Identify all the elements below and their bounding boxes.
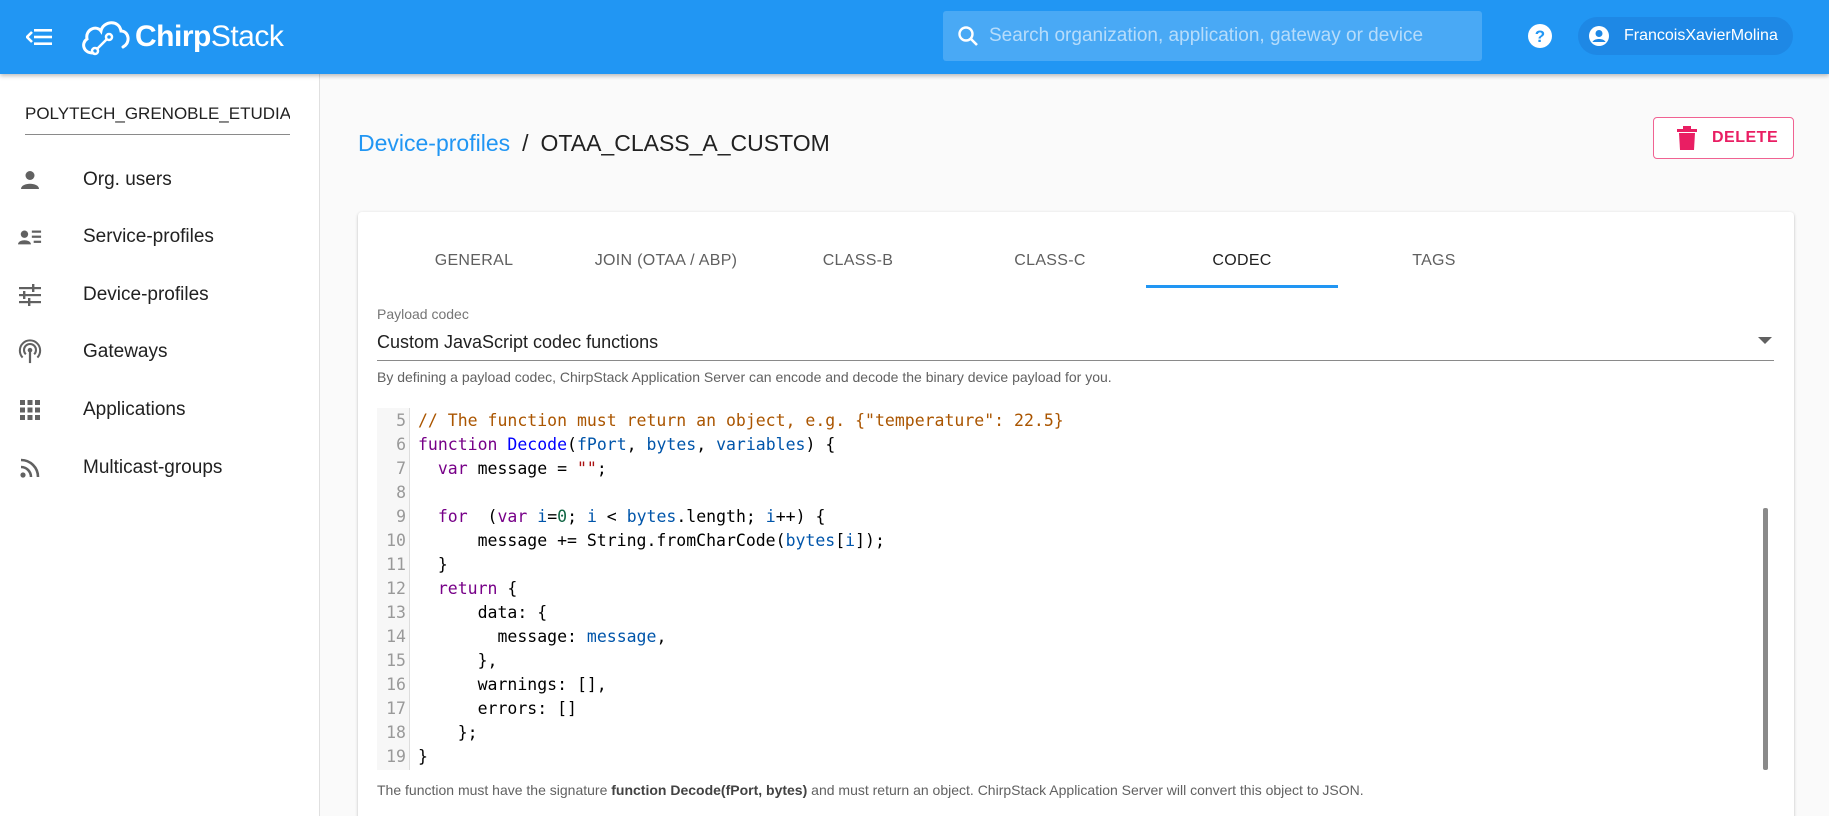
code-text: }; — [418, 723, 478, 742]
tab-tags[interactable]: TAGS — [1338, 234, 1530, 288]
code-text: return { — [437, 579, 518, 598]
line-number: 8 — [396, 483, 406, 502]
payload-codec-select[interactable]: Custom JavaScript codec functions — [377, 329, 1774, 361]
line-number: 19 — [386, 747, 406, 766]
sidebar-item-multicast-groups[interactable]: Multicast-groups — [0, 444, 319, 492]
tab-class-b[interactable]: CLASS-B — [762, 234, 954, 288]
line-number: 6 — [396, 435, 406, 454]
code-text: message += String.fromCharCode(bytes[i])… — [418, 531, 885, 550]
code-text: var message = ""; — [437, 459, 607, 478]
line-number: 5 — [396, 411, 406, 430]
cloud-logo-icon — [82, 21, 130, 56]
line-number: 17 — [386, 699, 406, 718]
line-number: 9 — [396, 507, 406, 526]
search-icon — [955, 23, 981, 49]
svg-text:?: ? — [1535, 27, 1545, 46]
tab-class-c[interactable]: CLASS-C — [954, 234, 1146, 288]
delete-button[interactable]: DELETE — [1653, 117, 1794, 159]
code-text: } — [418, 555, 448, 574]
sidebar-item-label: Device-profiles — [83, 284, 209, 305]
organization-select[interactable]: POLYTECH_GRENOBLE_ETUDIANTS — [25, 102, 290, 135]
line-number: 7 — [396, 459, 406, 478]
active-tab-indicator — [1146, 285, 1338, 288]
sidebar-item-label: Gateways — [83, 341, 168, 362]
payload-codec-label: Payload codec — [377, 306, 469, 322]
brand-bold: Chirp — [135, 20, 211, 53]
breadcrumb: Device-profiles / OTAA_CLASS_A_CUSTOM — [358, 130, 830, 157]
app-bar: ChirpStack ? FrancoisXavierMolina — [0, 0, 1829, 74]
line-number: 12 — [386, 579, 406, 598]
decode-signature-helper: The function must have the signature fun… — [377, 782, 1364, 798]
access-point-icon — [18, 339, 42, 364]
line-number: 18 — [386, 723, 406, 742]
helper-signature: function Decode(fPort, bytes) — [611, 782, 808, 798]
tune-icon — [18, 283, 42, 307]
search-input[interactable] — [989, 25, 1469, 47]
user-menu-chip[interactable]: FrancoisXavierMolina — [1578, 17, 1793, 55]
sidebar-item-label: Applications — [83, 399, 186, 420]
page-title: OTAA_CLASS_A_CUSTOM — [540, 130, 830, 156]
sidebar-item-applications[interactable]: Applications — [0, 386, 319, 434]
code-editor[interactable]: 5 // The function must return an object, … — [377, 408, 1774, 770]
sidebar: POLYTECH_GRENOBLE_ETUDIANTS Org. users S… — [0, 74, 320, 816]
trash-icon — [1677, 126, 1697, 150]
global-search — [943, 11, 1482, 61]
chevron-down-icon — [1758, 337, 1772, 344]
helper-suffix: and must return an object. ChirpStack Ap… — [807, 782, 1364, 798]
tab-general[interactable]: GENERAL — [378, 234, 570, 288]
code-text: for (var i=0; i < bytes.length; i++) { — [437, 507, 826, 526]
payload-codec-value: Custom JavaScript codec functions — [377, 332, 659, 352]
code-text: // The function must return an object, e… — [418, 411, 1064, 430]
delete-button-label: DELETE — [1712, 129, 1779, 146]
code-text: warnings: [], — [418, 675, 607, 694]
code-text: }, — [418, 651, 498, 670]
chirpstack-logo[interactable]: ChirpStack — [79, 12, 284, 62]
payload-codec-helper: By defining a payload codec, ChirpStack … — [377, 369, 1112, 385]
code-text: message: message, — [418, 627, 667, 646]
sidebar-item-label: Multicast-groups — [83, 457, 223, 478]
sidebar-item-org-users[interactable]: Org. users — [0, 156, 319, 204]
person-icon — [18, 168, 42, 192]
device-profile-card: GENERAL JOIN (OTAA / ABP) CLASS-B CLASS-… — [358, 212, 1794, 816]
code-text: data: { — [418, 603, 548, 622]
line-number: 15 — [386, 651, 406, 670]
user-name: FrancoisXavierMolina — [1624, 27, 1778, 44]
brand-name: ChirpStack — [135, 20, 284, 54]
brand-light: Stack — [210, 20, 284, 53]
collapse-menu-button[interactable] — [22, 20, 56, 54]
breadcrumb-separator: / — [522, 130, 529, 156]
helper-prefix: The function must have the signature — [377, 782, 612, 798]
sidebar-item-label: Service-profiles — [83, 226, 214, 247]
menu-open-icon — [26, 29, 52, 45]
account-circle-icon — [1589, 26, 1609, 46]
help-circle-icon: ? — [1528, 24, 1552, 48]
line-number: 14 — [386, 627, 406, 646]
breadcrumb-device-profiles-link[interactable]: Device-profiles — [358, 130, 510, 157]
tab-join[interactable]: JOIN (OTAA / ABP) — [570, 234, 762, 288]
line-number: 11 — [386, 555, 406, 574]
apps-grid-icon — [18, 398, 42, 422]
tab-codec[interactable]: CODEC — [1146, 234, 1338, 288]
sidebar-item-device-profiles[interactable]: Device-profiles — [0, 271, 319, 319]
help-button[interactable]: ? — [1526, 22, 1554, 50]
code-text: errors: [] — [418, 699, 577, 718]
line-number: 16 — [386, 675, 406, 694]
line-number: 13 — [386, 603, 406, 622]
account-details-icon — [18, 225, 42, 249]
sidebar-item-gateways[interactable]: Gateways — [0, 328, 319, 376]
rss-icon — [18, 456, 42, 480]
editor-scrollbar[interactable] — [1763, 508, 1768, 770]
code-text: } — [418, 747, 428, 766]
code-text: function Decode(fPort, bytes, variables)… — [418, 435, 836, 454]
line-number: 10 — [386, 531, 406, 550]
sidebar-item-service-profiles[interactable]: Service-profiles — [0, 213, 319, 261]
sidebar-item-label: Org. users — [83, 169, 172, 190]
